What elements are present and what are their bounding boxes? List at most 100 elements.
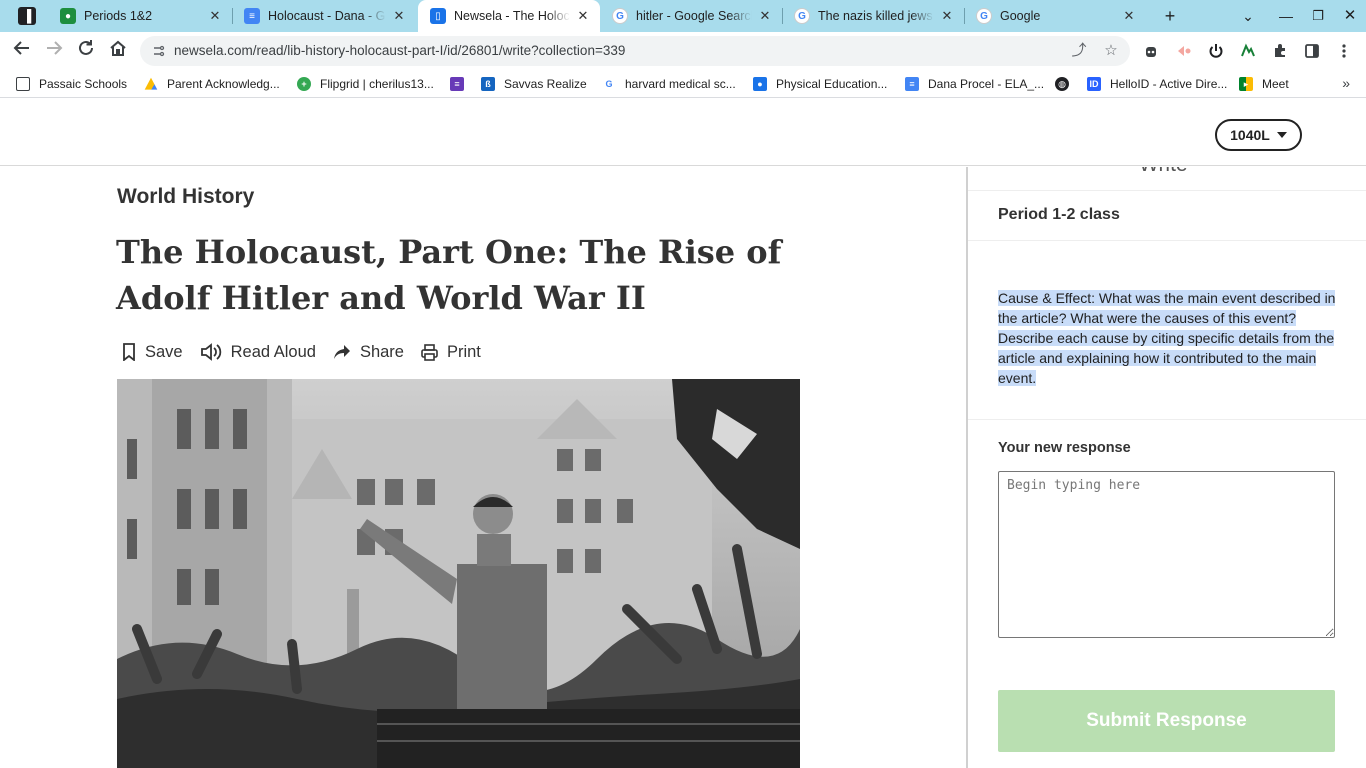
close-icon[interactable]: ✕ <box>576 8 590 24</box>
google-icon: G <box>794 8 810 24</box>
meet-icon: ▸ <box>1239 77 1253 91</box>
bookmark-icon <box>123 343 135 361</box>
bookmark-label: Savvas Realize <box>504 77 587 91</box>
extension-screencast-icon[interactable] <box>1175 43 1193 61</box>
print-button[interactable]: Print <box>421 343 481 362</box>
divider <box>968 240 1366 241</box>
url-text: newsela.com/read/lib-history-holocaust-p… <box>174 43 626 58</box>
reload-icon[interactable] <box>74 39 98 63</box>
classroom-icon: ● <box>753 77 767 91</box>
google-icon: G <box>602 77 616 91</box>
close-icon[interactable]: ✕ <box>758 8 772 24</box>
tab-title: Google <box>1000 9 1041 23</box>
close-window-icon[interactable]: ✕ <box>1339 5 1361 27</box>
article-pane: World History The Holocaust, Part One: T… <box>0 167 966 768</box>
drive-icon <box>144 77 158 90</box>
site-info-icon[interactable] <box>152 44 166 58</box>
back-icon[interactable] <box>10 39 34 63</box>
response-textarea[interactable] <box>998 471 1335 638</box>
extension-bot-icon[interactable] <box>1142 43 1160 61</box>
bookmark-label: harvard medical sc... <box>625 77 736 91</box>
bookmark-label: HelloID - Active Dire... <box>1110 77 1228 91</box>
folder-icon <box>16 77 30 91</box>
write-panel-header: Write <box>968 167 1366 191</box>
extension-read-icon[interactable] <box>1239 43 1257 61</box>
bookmark-label: Parent Acknowledg... <box>167 77 280 91</box>
article-actions: Save Read Aloud Share Print <box>122 341 498 363</box>
home-icon[interactable] <box>106 39 130 63</box>
tab-hitler-search[interactable]: G hitler - Google Search ✕ <box>600 0 782 32</box>
share-icon <box>333 345 350 359</box>
bookmark-dana-ela[interactable]: ≡ Dana Procel - ELA_... <box>905 75 1044 93</box>
bookmark-harvard[interactable]: G harvard medical sc... <box>602 75 736 93</box>
docs-icon: ≡ <box>905 77 919 91</box>
share-button[interactable]: Share <box>333 343 404 362</box>
extension-power-icon[interactable] <box>1207 43 1225 61</box>
article-subject: World History <box>117 185 255 208</box>
bookmark-globe[interactable]: ◍ <box>1055 75 1069 93</box>
close-icon[interactable]: ✕ <box>940 8 954 24</box>
flipgrid-icon: + <box>297 77 311 91</box>
share-page-icon[interactable]: ⤴ <box>1070 42 1088 60</box>
close-icon[interactable]: ✕ <box>392 8 406 24</box>
forward-icon[interactable] <box>42 39 66 63</box>
write-panel: Write Period 1-2 class Cause & Effect: W… <box>966 167 1366 768</box>
newsela-header: 1040L <box>0 99 1366 166</box>
tab-periods[interactable]: ● Periods 1&2 ✕ <box>48 0 232 32</box>
docs-icon: ≡ <box>244 8 260 24</box>
lexile-level-dropdown[interactable]: 1040L <box>1215 119 1302 151</box>
restore-icon[interactable]: ❐ <box>1307 5 1329 27</box>
tab-search-chevron-icon[interactable]: ⌄ <box>1237 5 1259 27</box>
close-icon[interactable]: ✕ <box>1122 8 1136 24</box>
minimize-icon[interactable]: — <box>1275 5 1297 27</box>
save-label: Save <box>145 342 183 361</box>
side-panel-icon[interactable] <box>1303 43 1321 61</box>
tab-holocaust-doc[interactable]: ≡ Holocaust - Dana - Go ✕ <box>232 0 416 32</box>
bookmark-forms[interactable]: ≡ <box>450 75 464 93</box>
bookmark-parent-ack[interactable]: Parent Acknowledg... <box>144 75 280 93</box>
close-icon[interactable]: ✕ <box>208 8 222 24</box>
tab-title: hitler - Google Search <box>636 9 752 23</box>
tab-google[interactable]: G Google ✕ <box>964 0 1146 32</box>
globe-icon: ◍ <box>1055 77 1069 91</box>
forms-icon: ≡ <box>450 77 464 91</box>
bookmark-savvas[interactable]: ß Savvas Realize <box>481 75 587 93</box>
tab-search-icon[interactable]: ▐ <box>18 7 36 25</box>
print-label: Print <box>446 342 481 361</box>
bookmark-star-icon[interactable]: ☆ <box>1102 42 1120 60</box>
bookmark-helloid[interactable]: ID HelloID - Active Dire... <box>1087 75 1227 93</box>
divider <box>968 419 1366 420</box>
tab-title: Holocaust - Dana - Go <box>268 9 386 23</box>
bookmark-label: Dana Procel - ELA_... <box>928 77 1045 91</box>
bookmark-passaic-schools[interactable]: Passaic Schools <box>16 75 127 93</box>
speaker-icon <box>200 343 221 361</box>
address-bar[interactable]: newsela.com/read/lib-history-holocaust-p… <box>140 36 1130 66</box>
save-button[interactable]: Save <box>122 343 183 362</box>
bookmarks-overflow-icon[interactable]: » <box>1342 75 1350 91</box>
google-icon: G <box>976 8 992 24</box>
bookmark-meet[interactable]: ▸ Meet <box>1239 75 1289 93</box>
new-tab-icon[interactable]: + <box>1159 5 1181 27</box>
extensions-puzzle-icon[interactable] <box>1271 43 1289 61</box>
bookmark-label: Physical Education... <box>776 77 888 91</box>
writing-prompt: Cause & Effect: What was the main event … <box>998 288 1338 388</box>
bookmark-flipgrid[interactable]: + Flipgrid | cherilus13... <box>297 75 434 93</box>
read-aloud-label: Read Aloud <box>230 342 316 361</box>
printer-icon <box>421 343 438 361</box>
bookmark-label: Flipgrid | cherilus13... <box>320 77 434 91</box>
helloid-icon: ID <box>1087 77 1101 91</box>
browser-toolbar: newsela.com/read/lib-history-holocaust-p… <box>0 32 1366 70</box>
tab-title: Newsela - The Holoca <box>454 9 570 23</box>
read-aloud-button[interactable]: Read Aloud <box>200 343 316 362</box>
tab-newsela[interactable]: ▯ Newsela - The Holoca ✕ <box>418 0 600 32</box>
tab-title: Periods 1&2 <box>84 9 153 23</box>
write-heading: Write <box>1139 167 1188 177</box>
classroom-icon: ● <box>60 8 76 24</box>
tab-title: The nazis killed jews f <box>818 9 934 23</box>
browser-menu-icon[interactable] <box>1335 43 1353 61</box>
bookmark-physical-ed[interactable]: ● Physical Education... <box>753 75 887 93</box>
bookmarks-bar: Passaic Schools Parent Acknowledg... + F… <box>0 70 1366 98</box>
writing-prompt-text: Cause & Effect: What was the main event … <box>998 290 1336 386</box>
tab-nazis-search[interactable]: G The nazis killed jews f ✕ <box>782 0 964 32</box>
submit-response-button[interactable]: Submit Response <box>998 690 1335 752</box>
